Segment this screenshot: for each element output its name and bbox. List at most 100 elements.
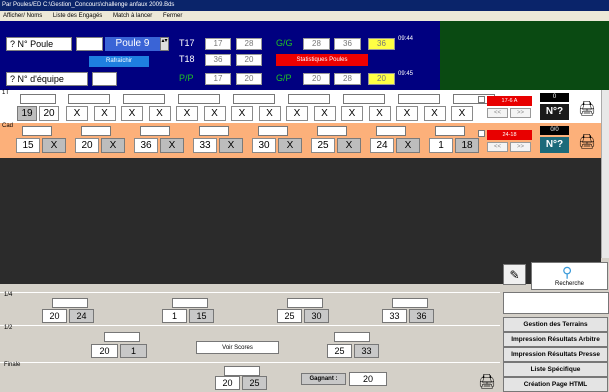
tools-icon[interactable]: ✎ — [503, 264, 526, 285]
row2-cell[interactable]: 18 — [455, 138, 479, 153]
row1-team-box[interactable] — [398, 94, 440, 104]
row2-cell[interactable]: X — [278, 138, 302, 153]
row1-cell-x[interactable]: X — [93, 106, 116, 121]
recherche-button[interactable]: ⚲ Recherche — [531, 262, 608, 290]
row1-cell-x[interactable]: X — [313, 106, 336, 121]
liste-specifique-button[interactable]: Liste Spécifique — [503, 362, 608, 377]
row1-checkbox[interactable] — [478, 96, 485, 103]
row1-red-label: 17-6 A — [487, 96, 532, 106]
poule-number-input[interactable] — [76, 37, 103, 51]
search-result-box[interactable] — [503, 292, 609, 314]
row2-checkbox[interactable] — [478, 130, 485, 137]
row2-print-icon[interactable]: 🖨 — [578, 133, 596, 150]
row2-score[interactable]: 24 — [370, 138, 394, 153]
quarter-box[interactable] — [392, 298, 428, 308]
quarter-box[interactable] — [287, 298, 323, 308]
equipe-input[interactable] — [92, 72, 117, 86]
row1-cell-x[interactable]: X — [286, 106, 308, 121]
row2-cell[interactable]: X — [160, 138, 184, 153]
semi-1-b: 1 — [120, 344, 147, 358]
row1-cell-x[interactable]: X — [203, 106, 226, 121]
row2-score[interactable]: 25 — [311, 138, 335, 153]
header-right-panel — [440, 21, 609, 90]
poule-select[interactable]: Poule 9 — [105, 37, 160, 51]
row1-team-box[interactable] — [343, 94, 385, 104]
row1-next-button[interactable]: >> — [510, 108, 531, 118]
row2-numero-button[interactable]: N°? — [540, 137, 569, 153]
row2-score[interactable]: 20 — [75, 138, 99, 153]
impression-presse-button[interactable]: Impression Résultats Presse — [503, 347, 608, 362]
row1-cell-x[interactable]: X — [148, 106, 171, 121]
row2-cell[interactable]: X — [101, 138, 125, 153]
row2-cell[interactable]: X — [337, 138, 361, 153]
divider-quarter — [0, 292, 500, 293]
window-title: Par Poules/ED C:\Gestion_Concours\challe… — [0, 0, 609, 11]
vertical-scrollbar[interactable] — [601, 90, 609, 258]
row1-prev-button[interactable]: << — [487, 108, 508, 118]
row1-cell-x[interactable]: X — [368, 106, 391, 121]
quarter-a: 1 — [162, 309, 187, 323]
stats-poules-button[interactable]: Statistiques Poules — [276, 54, 368, 66]
row1-cell-x[interactable]: X — [121, 106, 143, 121]
quarter-box[interactable] — [52, 298, 88, 308]
quarter-a: 33 — [382, 309, 407, 323]
menu-item-fermer[interactable]: Fermer — [163, 13, 182, 19]
row2-team-box[interactable] — [199, 126, 229, 136]
row1-print-icon[interactable]: 🖨 — [578, 100, 596, 117]
row2-score[interactable]: 1 — [429, 138, 453, 153]
row2-team-box[interactable] — [22, 126, 52, 136]
row2-cell[interactable]: X — [42, 138, 66, 153]
row1-team-box[interactable] — [233, 94, 275, 104]
row1-cell-x[interactable]: X — [423, 106, 446, 121]
poule-spinner[interactable]: ▴▾ — [160, 37, 169, 51]
row1-cell-x[interactable]: X — [176, 106, 198, 121]
row1-team-box[interactable] — [123, 94, 165, 104]
creation-html-button[interactable]: Création Page HTML — [503, 377, 608, 392]
quarter-box[interactable] — [172, 298, 208, 308]
row2-team-box[interactable] — [435, 126, 465, 136]
menu-item-match-lancer[interactable]: Match à lancer — [113, 13, 152, 19]
row2-team-box[interactable] — [81, 126, 111, 136]
row2-next-button[interactable]: >> — [510, 142, 531, 152]
row2-team-box[interactable] — [376, 126, 406, 136]
final-label: Finale — [4, 362, 21, 368]
row1-cell-x[interactable]: X — [66, 106, 88, 121]
magnifier-icon: ⚲ — [562, 264, 573, 280]
voir-scores-button[interactable]: Voir Scores — [196, 341, 279, 354]
row2-top-value: 0/0 — [540, 126, 569, 135]
menu-item-liste-engages[interactable]: Liste des Engagés — [53, 13, 102, 19]
row2-score[interactable]: 33 — [193, 138, 217, 153]
final-box[interactable] — [224, 366, 260, 376]
row1-cell-x[interactable]: X — [451, 106, 473, 121]
row2-team-box[interactable] — [258, 126, 288, 136]
impression-arbitre-button[interactable]: Impression Résultats Arbitre — [503, 332, 608, 347]
row1-numero-button[interactable]: N°? — [540, 104, 569, 120]
row2-score[interactable]: 15 — [16, 138, 40, 153]
row2-score[interactable]: 36 — [134, 138, 158, 153]
row1-cell-x[interactable]: X — [341, 106, 363, 121]
row2-red-label: 24-18 — [487, 130, 532, 140]
row1-team-box[interactable] — [68, 94, 110, 104]
row2-team-box[interactable] — [317, 126, 347, 136]
semi-1-box[interactable] — [104, 332, 140, 342]
gestion-terrains-button[interactable]: Gestion des Terrains — [503, 317, 608, 332]
final-b: 25 — [242, 376, 267, 390]
quarter-b: 36 — [409, 309, 434, 323]
divider-final — [0, 362, 500, 363]
menu-item-afficher[interactable]: Afficher/ Noms — [3, 13, 42, 19]
row1-cell-x[interactable]: X — [231, 106, 253, 121]
refresh-button[interactable]: Rafraîchir — [89, 56, 149, 67]
semi-2-box[interactable] — [334, 332, 370, 342]
bracket-print-icon[interactable]: 🖨 — [478, 373, 496, 390]
row2-cell[interactable]: X — [396, 138, 420, 153]
row2-prev-button[interactable]: << — [487, 142, 508, 152]
row1-cell-x[interactable]: X — [396, 106, 418, 121]
row2-team-box[interactable] — [140, 126, 170, 136]
row1-team-box[interactable] — [178, 94, 220, 104]
stat-gp-label: G/P — [276, 73, 292, 83]
row2-score[interactable]: 30 — [252, 138, 276, 153]
row1-team-box[interactable] — [288, 94, 330, 104]
row1-cell-x[interactable]: X — [258, 106, 281, 121]
row1-team-box[interactable] — [20, 94, 56, 104]
row2-cell[interactable]: X — [219, 138, 243, 153]
